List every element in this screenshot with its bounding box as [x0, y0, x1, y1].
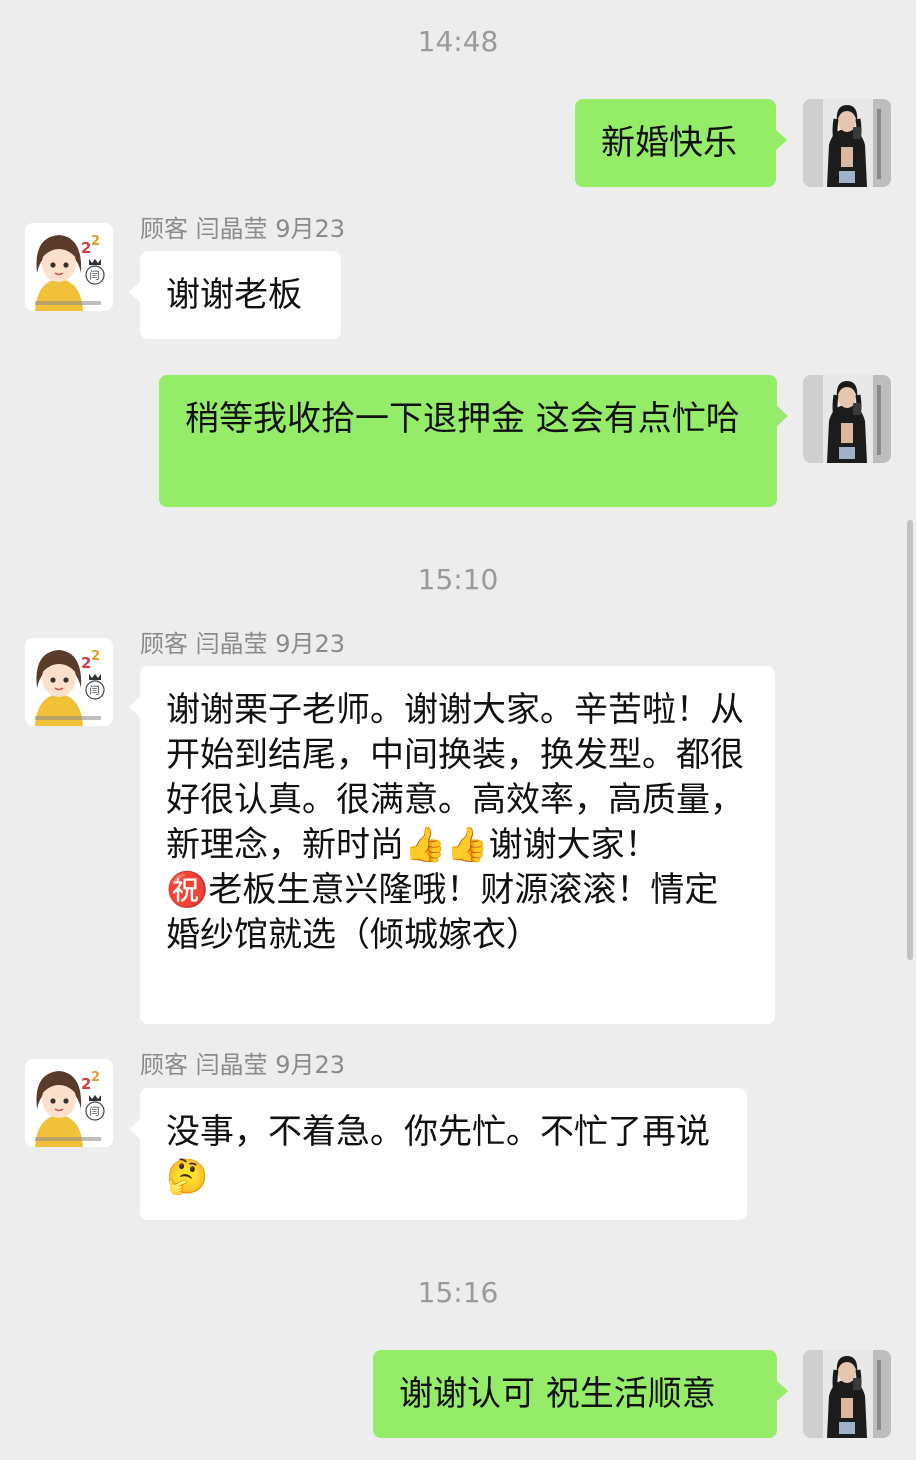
chat-timestamp: 15:16 [417, 1276, 499, 1309]
message-bubble-incoming[interactable]: 谢谢老板 [129, 251, 341, 339]
message-bubble-outgoing[interactable]: 新婚快乐 [575, 99, 787, 187]
chat-timestamp: 15:10 [417, 563, 499, 596]
sender-label: 顾客 闫晶莹 9月23 [140, 1051, 346, 1079]
self-avatar-icon[interactable] [803, 1350, 891, 1438]
message-bubble-outgoing[interactable]: 谢谢认可 祝生活顺意 [373, 1350, 788, 1438]
chat-scrollbar[interactable] [907, 520, 913, 960]
message-bubble-incoming[interactable]: 谢谢栗子老师。谢谢大家。辛苦啦！从开始到结尾，中间换装，换发型。都很好很认真。很… [129, 666, 775, 1024]
message-bubble-incoming[interactable]: 没事，不着急。你先忙。不忙了再说🤔 [129, 1088, 747, 1220]
self-avatar-icon[interactable] [803, 375, 891, 463]
customer-avatar-icon[interactable] [25, 1059, 113, 1147]
customer-avatar-icon[interactable] [25, 223, 113, 311]
self-avatar-icon[interactable] [803, 99, 891, 187]
chat-timestamp: 14:48 [417, 25, 499, 58]
sender-label: 顾客 闫晶莹 9月23 [140, 215, 346, 243]
message-bubble-outgoing[interactable]: 稍等我收拾一下退押金 这会有点忙哈 [159, 375, 788, 507]
sender-label: 顾客 闫晶莹 9月23 [140, 630, 346, 658]
customer-avatar-icon[interactable] [25, 638, 113, 726]
